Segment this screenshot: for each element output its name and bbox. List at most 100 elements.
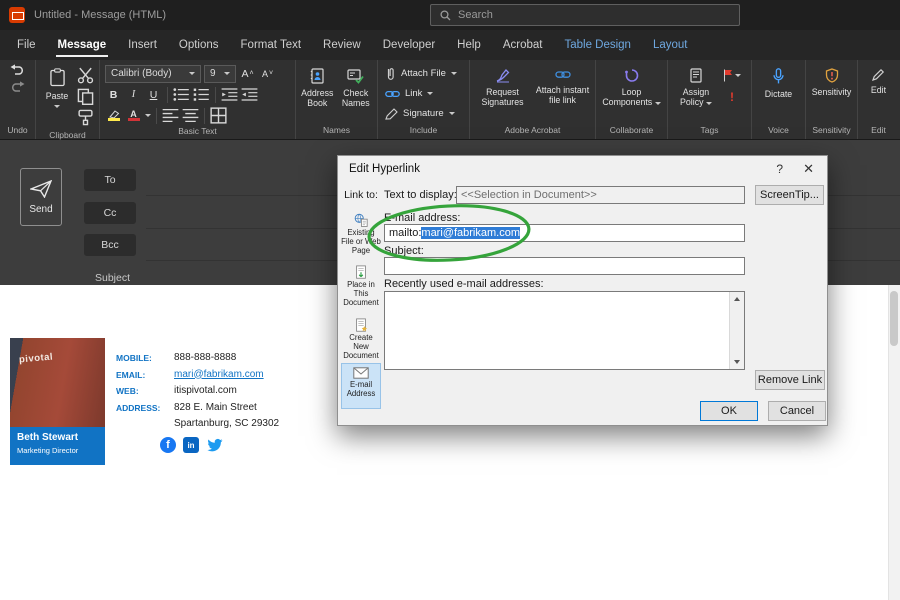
decrease-indent-icon[interactable]	[221, 86, 238, 103]
scroll-up-icon[interactable]	[734, 297, 740, 301]
send-button[interactable]: Send	[20, 168, 62, 226]
tab-help[interactable]: Help	[446, 30, 492, 60]
remove-link-button[interactable]: Remove Link	[755, 370, 825, 390]
email-address-input[interactable]: mailto: mari@fabrikam.com	[384, 224, 745, 242]
italic-button[interactable]: I	[125, 86, 142, 103]
cc-button[interactable]: Cc	[84, 202, 136, 224]
contact-row: EMAIL: mari@fabrikam.com	[116, 369, 279, 380]
tab-acrobat[interactable]: Acrobat	[492, 30, 554, 60]
edit-label: Edit	[870, 85, 887, 95]
sidebar-item-label: Create New Document	[343, 333, 379, 361]
high-importance-button[interactable]: !	[723, 88, 741, 105]
email-address-icon	[353, 367, 369, 379]
tab-insert[interactable]: Insert	[117, 30, 168, 60]
copy-icon[interactable]	[77, 88, 94, 105]
subject-input[interactable]	[384, 257, 745, 275]
tab-layout[interactable]: Layout	[642, 30, 699, 60]
group-names: Address Book Check Names Names	[296, 60, 378, 139]
chevron-down-icon	[54, 105, 60, 109]
microphone-icon	[773, 68, 784, 84]
attach-instant-file-link-button[interactable]: Attach instant file link	[535, 64, 591, 124]
twitter-icon[interactable]	[206, 438, 223, 453]
text-to-display-input[interactable]: <<Selection in Document>>	[456, 186, 745, 204]
dialog-close-button[interactable]: ✕	[803, 161, 814, 177]
sidebar-item-existing-file[interactable]: Existing File or Web Page	[341, 210, 381, 256]
scroll-down-icon[interactable]	[733, 360, 740, 364]
numbered-list-icon[interactable]	[193, 86, 210, 103]
link-button[interactable]: Link	[381, 84, 466, 103]
tab-developer[interactable]: Developer	[372, 30, 446, 60]
tab-file[interactable]: File	[6, 30, 47, 60]
undo-icon[interactable]	[10, 64, 25, 76]
listbox-scrollbar[interactable]	[729, 292, 744, 369]
outlook-window: Untitled - Message (HTML) Search File Me…	[0, 0, 900, 600]
contact-row: Spartanburg, SC 29302	[116, 418, 279, 429]
tab-table-design[interactable]: Table Design	[553, 30, 641, 60]
dictate-button[interactable]: Dictate	[756, 64, 802, 124]
screentip-button[interactable]: ScreenTip...	[755, 185, 824, 205]
titlebar: Untitled - Message (HTML) Search	[0, 0, 900, 30]
sidebar-item-email-address[interactable]: E-mail Address	[341, 363, 381, 409]
contact-label: EMAIL:	[116, 369, 146, 380]
align-left-icon[interactable]	[162, 107, 179, 124]
loop-components-button[interactable]: Loop Components	[601, 64, 663, 124]
text-highlight-button[interactable]	[105, 107, 122, 124]
group-collaborate: Loop Components Collaborate	[596, 60, 668, 139]
align-center-icon[interactable]	[182, 107, 199, 124]
link-label: Link	[405, 88, 423, 99]
loop-components-icon	[624, 69, 638, 82]
email-prefix-text: mailto:	[389, 227, 422, 239]
contact-row: ADDRESS: 828 E. Main Street	[116, 402, 279, 413]
subject-field-label: Subject:	[384, 245, 424, 257]
signature-name-bar: Beth Stewart Marketing Director	[10, 427, 105, 465]
ok-button[interactable]: OK	[700, 401, 758, 421]
separator	[156, 107, 157, 124]
cut-icon[interactable]	[77, 67, 94, 84]
borders-icon[interactable]	[210, 107, 227, 124]
signature-contact: MOBILE: 888-888-8888 EMAIL: mari@fabrikam.…	[116, 352, 279, 435]
font-color-button[interactable]: A	[125, 107, 142, 124]
tab-message[interactable]: Message	[47, 30, 118, 60]
underline-button[interactable]: U	[145, 86, 162, 103]
assign-policy-button[interactable]: Assign Policy	[671, 64, 721, 124]
sensitivity-button[interactable]: Sensitivity	[809, 64, 854, 124]
bold-button[interactable]: B	[105, 86, 122, 103]
dialog-help-button[interactable]: ?	[776, 162, 783, 176]
vertical-scrollbar[interactable]	[888, 285, 900, 600]
increase-indent-icon[interactable]	[241, 86, 258, 103]
font-name-select[interactable]: Calibri (Body)	[105, 64, 201, 83]
edit-button[interactable]: Edit	[861, 64, 896, 124]
format-painter-icon[interactable]	[77, 109, 94, 126]
check-names-button[interactable]: Check Names	[338, 64, 375, 124]
cancel-button[interactable]: Cancel	[768, 401, 826, 421]
chevron-down-icon	[145, 114, 151, 117]
signature-name: Beth Stewart	[17, 432, 79, 443]
to-button[interactable]: To	[84, 169, 136, 191]
tab-options[interactable]: Options	[168, 30, 230, 60]
shrink-font-button[interactable]: A ˅	[259, 65, 276, 82]
email-link[interactable]: mari@fabrikam.com	[174, 369, 264, 380]
scrollbar-thumb[interactable]	[890, 291, 898, 346]
group-label-voice: Voice	[768, 125, 789, 135]
attach-file-button[interactable]: Attach File	[381, 64, 466, 83]
tab-format-text[interactable]: Format Text	[230, 30, 313, 60]
linkedin-icon[interactable]: in	[183, 437, 199, 453]
facebook-icon[interactable]: f	[160, 437, 176, 453]
bcc-button[interactable]: Bcc	[84, 234, 136, 256]
paste-button[interactable]: Paste	[39, 64, 75, 129]
address-book-button[interactable]: Address Book	[299, 64, 336, 124]
request-signatures-button[interactable]: Request Signatures	[475, 64, 531, 124]
redo-icon[interactable]	[10, 81, 25, 93]
tab-review[interactable]: Review	[312, 30, 372, 60]
grow-font-button[interactable]: A ˄	[239, 65, 256, 82]
sensitivity-label: Sensitivity	[811, 87, 852, 97]
search-box[interactable]: Search	[430, 4, 740, 26]
recent-addresses-listbox[interactable]	[384, 291, 745, 370]
sidebar-item-create-new-document[interactable]: Create New Document	[341, 315, 381, 361]
group-edit: Edit Edit	[858, 60, 899, 139]
follow-up-flag-button[interactable]	[723, 67, 741, 84]
font-size-select[interactable]: 9	[204, 64, 236, 83]
bullet-list-icon[interactable]	[173, 86, 190, 103]
signature-button[interactable]: Signature	[381, 104, 466, 123]
sidebar-item-place-in-document[interactable]: Place in This Document	[341, 262, 381, 308]
